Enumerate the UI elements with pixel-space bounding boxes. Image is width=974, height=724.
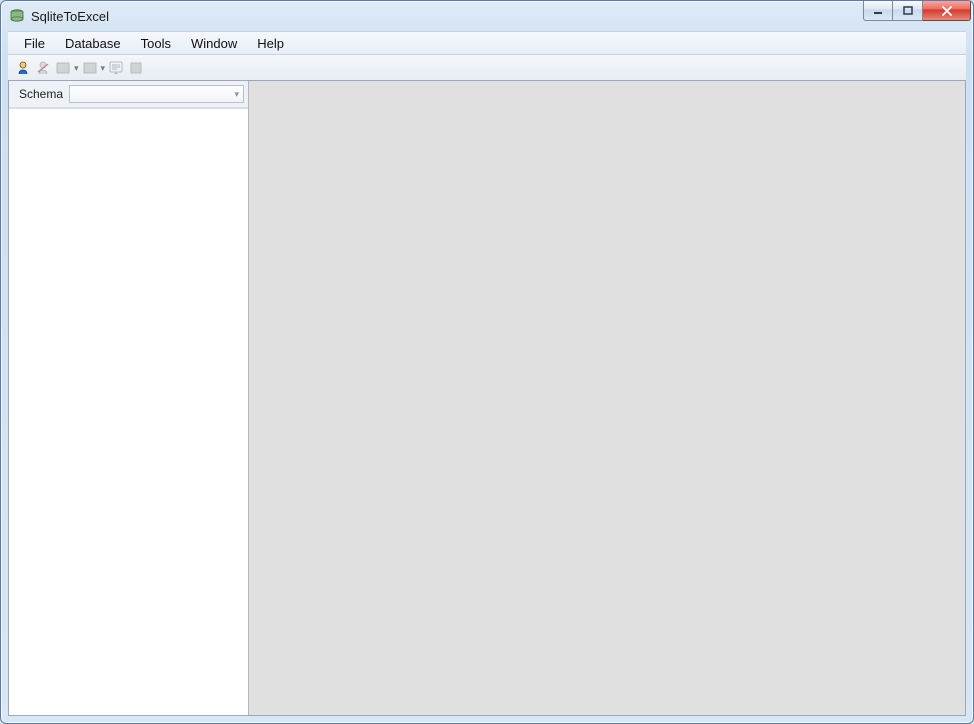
toolbar: ▾ ▾ bbox=[8, 55, 966, 82]
minimize-button[interactable] bbox=[863, 1, 893, 21]
maximize-button[interactable] bbox=[893, 1, 923, 21]
menu-help[interactable]: Help bbox=[249, 34, 292, 53]
menu-database[interactable]: Database bbox=[57, 34, 129, 53]
schema-select[interactable]: ▾ bbox=[69, 85, 244, 103]
schema-row: Schema ▾ bbox=[9, 81, 248, 108]
stop-icon bbox=[128, 60, 144, 76]
window-controls bbox=[863, 1, 971, 21]
menu-bar: File Database Tools Window Help bbox=[8, 31, 966, 55]
toolbar-stop-button[interactable] bbox=[127, 59, 145, 77]
import-icon bbox=[55, 60, 71, 76]
minimize-icon bbox=[873, 6, 883, 16]
toolbar-query-button[interactable] bbox=[107, 59, 125, 77]
menu-file[interactable]: File bbox=[16, 34, 53, 53]
query-icon bbox=[108, 60, 124, 76]
toolbar-import-button[interactable] bbox=[54, 59, 72, 77]
menu-window[interactable]: Window bbox=[183, 34, 245, 53]
toolbar-connect-button[interactable] bbox=[14, 59, 32, 77]
chevron-down-icon: ▾ bbox=[234, 89, 239, 100]
app-window: SqliteToExcel File Database Tools bbox=[0, 0, 974, 724]
title-bar: SqliteToExcel bbox=[1, 1, 973, 31]
chevron-down-icon[interactable]: ▾ bbox=[101, 63, 106, 74]
main-workspace bbox=[249, 81, 965, 715]
toolbar-import-group: ▾ bbox=[54, 59, 79, 77]
client-area: Schema ▾ bbox=[8, 80, 966, 716]
disconnect-icon bbox=[35, 60, 51, 76]
connect-icon bbox=[15, 60, 31, 76]
schema-tree[interactable] bbox=[9, 108, 248, 715]
app-icon bbox=[9, 8, 25, 24]
close-button[interactable] bbox=[923, 1, 971, 21]
sidebar: Schema ▾ bbox=[9, 81, 249, 715]
toolbar-disconnect-button[interactable] bbox=[34, 59, 52, 77]
toolbar-export-button[interactable] bbox=[81, 59, 99, 77]
toolbar-export-group: ▾ bbox=[81, 59, 106, 77]
close-icon bbox=[941, 6, 953, 16]
schema-label: Schema bbox=[19, 87, 65, 101]
window-title: SqliteToExcel bbox=[31, 9, 109, 24]
maximize-icon bbox=[903, 6, 913, 16]
menu-tools[interactable]: Tools bbox=[133, 34, 179, 53]
export-icon bbox=[82, 60, 98, 76]
chevron-down-icon[interactable]: ▾ bbox=[74, 63, 79, 74]
